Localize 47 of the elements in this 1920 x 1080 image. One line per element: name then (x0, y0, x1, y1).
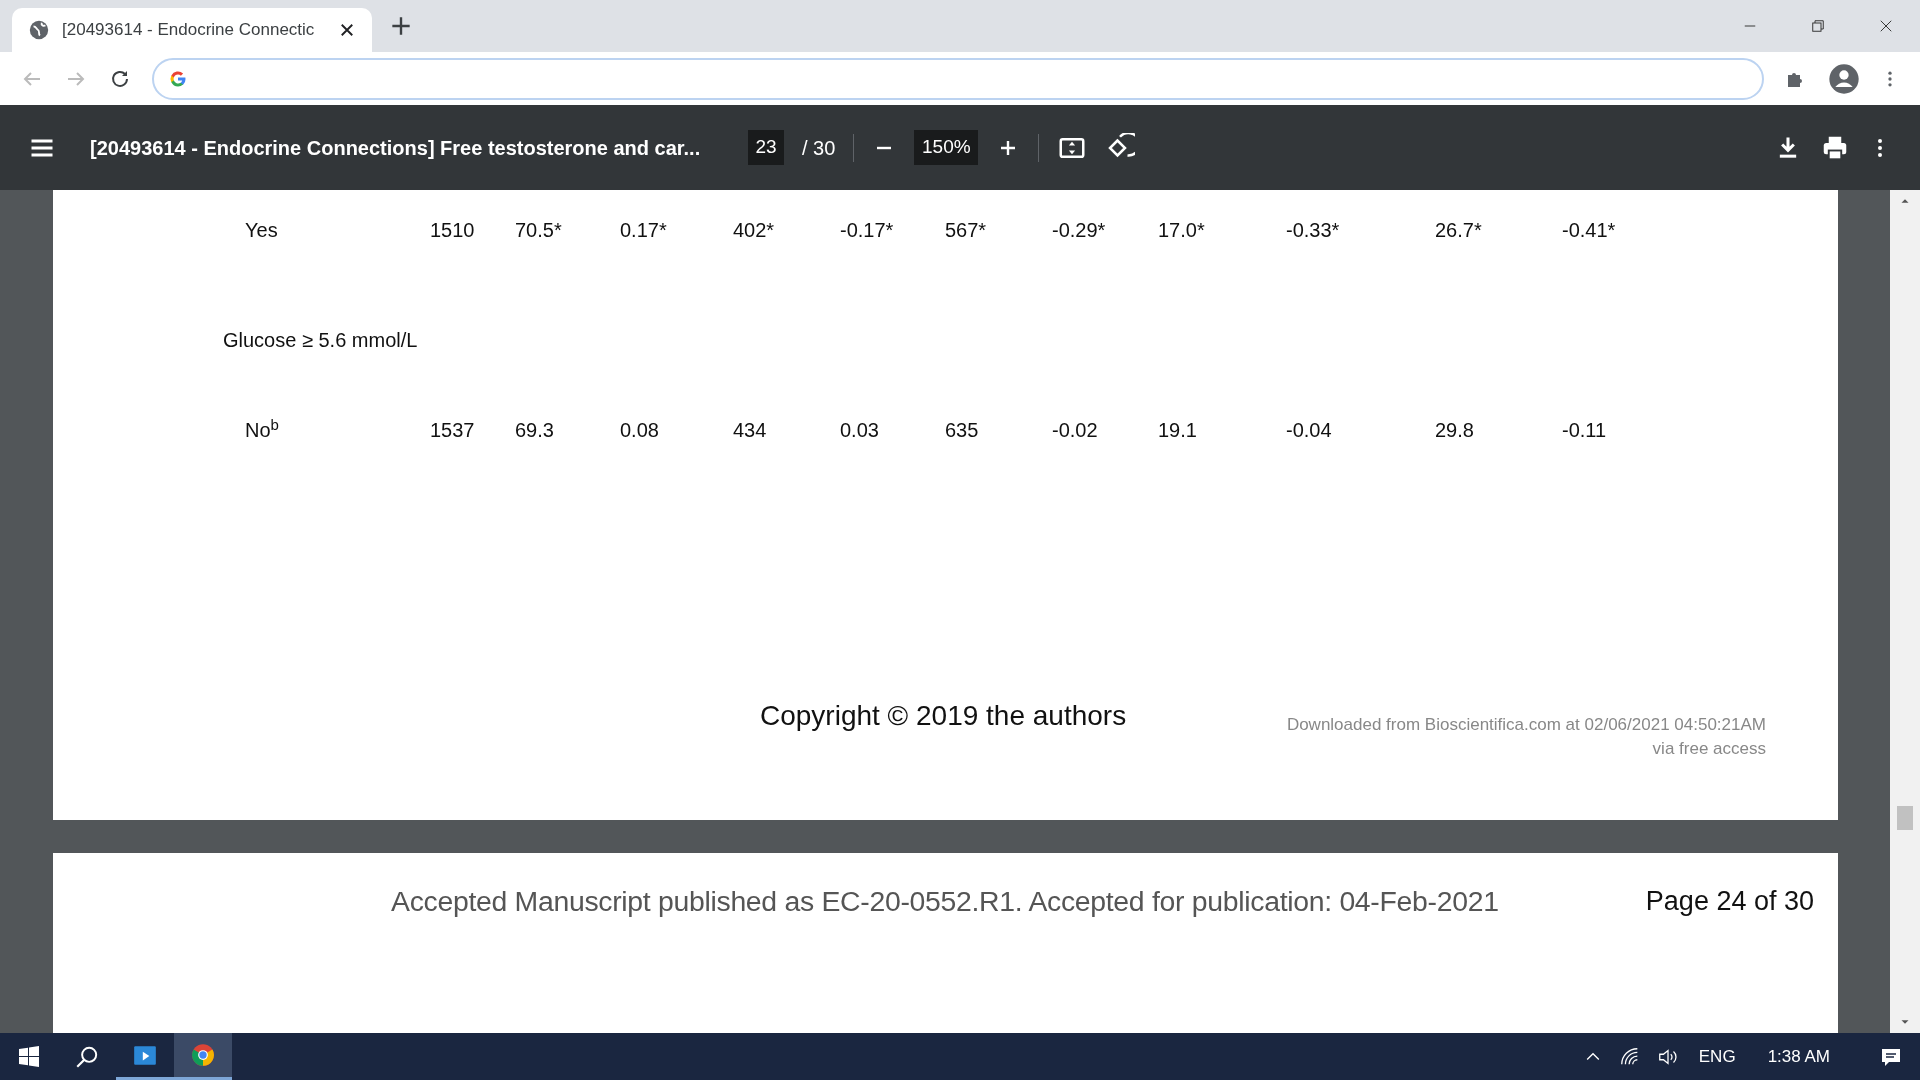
manuscript-note: Accepted Manuscript published as EC-20-0552.R1. Accepted for publication: 04-Feb-2021 (391, 884, 1499, 919)
page-number-field[interactable]: 23 (748, 130, 784, 165)
zoom-field[interactable]: 150% (914, 130, 979, 165)
table-cell-text: 0.03 (840, 418, 880, 443)
table-cell-text: 26.7* (1435, 218, 1483, 243)
table-cell-text: 635 (945, 418, 980, 443)
profile-icon[interactable] (1828, 62, 1860, 95)
table-cell-text: 567* (945, 218, 988, 243)
restore-icon[interactable] (1809, 17, 1827, 35)
table-cell-text: 0.17* (620, 218, 668, 243)
table-cell-text: -0.02 (1052, 418, 1099, 443)
table-cell-text: 434 (733, 418, 768, 443)
table-cell-text: 0.08 (620, 418, 660, 443)
download-note: Downloaded from Bioscientifica.com at 02/06/2021 04:50:21AM (1286, 714, 1766, 736)
language-indicator[interactable]: ENG (1698, 1043, 1736, 1070)
table-cell-text: 402* (733, 218, 776, 243)
clock[interactable]: 1:38 AM (1767, 1043, 1830, 1070)
scrollbar[interactable] (1890, 190, 1920, 1033)
page-label: Page 24 of 30 (1645, 885, 1814, 919)
globe-icon (28, 19, 50, 41)
row-label: No$^{b}$ (244, 415, 280, 443)
table-cell-text: 69.3 (515, 418, 555, 443)
close-icon[interactable] (338, 21, 356, 39)
table-cell-text: -0.11 (1562, 418, 1608, 443)
chrome-icon[interactable] (190, 1042, 216, 1068)
tab-title: [20493614 - Endocrine Connectic (62, 19, 316, 42)
table-cell-text: 1537 (430, 418, 476, 443)
table-cell-text: -0.04 (1286, 418, 1333, 443)
table-cell-text: 29.8 (1435, 418, 1475, 443)
row-label: Yes (244, 218, 279, 243)
copyright-text: Copyright © 2019 the authors (760, 699, 1127, 733)
row-heading: Glucose ≥ 5.6 mmol/L (223, 328, 419, 353)
table-cell-text: -0.29* (1052, 218, 1107, 243)
download-note: via free access (1651, 737, 1766, 760)
document-title: [20493614 - Endocrine Connections] Free testosterone and car... (90, 135, 702, 161)
browser-tab[interactable]: [20493614 - Endocrine Connectic (12, 8, 372, 52)
scroll-thumb[interactable] (1897, 806, 1913, 830)
table-cell-text: 70.5* (515, 218, 563, 243)
table-cell-text: 19.1 (1158, 418, 1198, 443)
google-icon (168, 68, 188, 89)
table-cell-text: -0.17* (840, 218, 895, 243)
table-cell-text: 1510 (430, 218, 476, 243)
page-total: / 30 (802, 135, 836, 161)
table-cell-text: -0.41* (1562, 218, 1617, 243)
table-cell-text: -0.33* (1286, 218, 1341, 243)
table-cell-text: 17.0* (1158, 218, 1206, 243)
windows-icon[interactable] (17, 1044, 41, 1069)
